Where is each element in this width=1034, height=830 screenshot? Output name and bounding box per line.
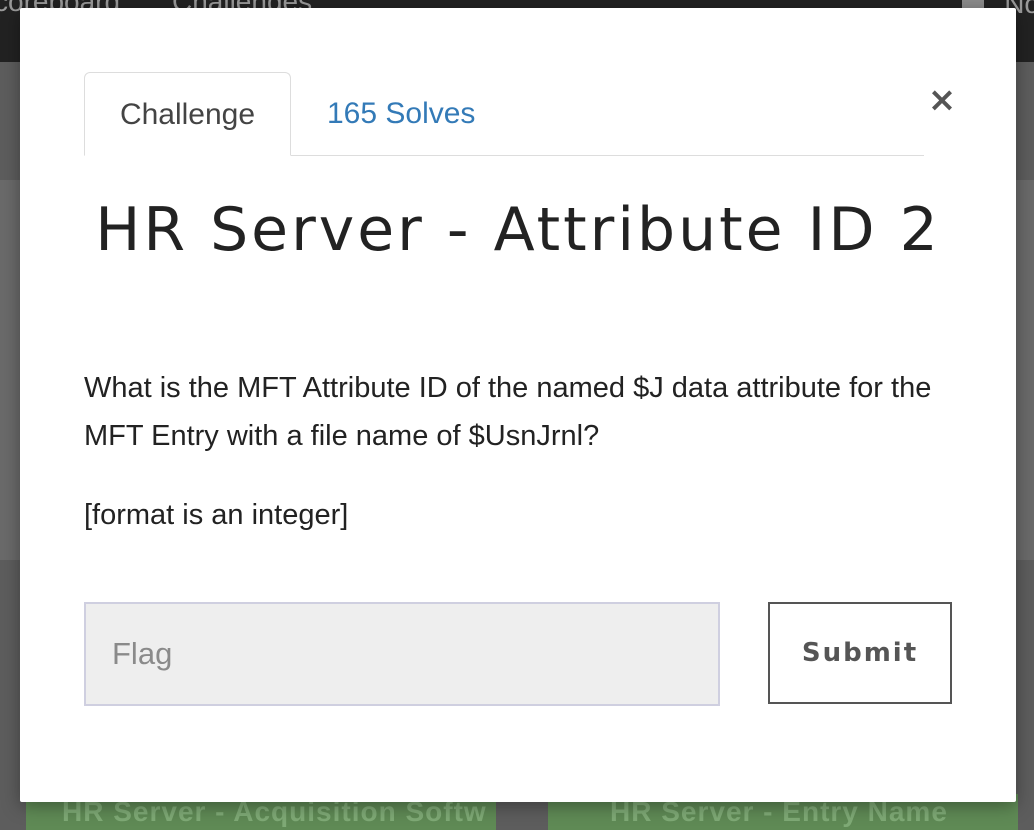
tab-solves[interactable]: 165 Solves bbox=[327, 72, 475, 155]
challenge-description: What is the MFT Attribute ID of the name… bbox=[84, 372, 932, 452]
modal-tabs: Challenge 165 Solves bbox=[84, 72, 924, 156]
challenge-format-note: [format is an integer] bbox=[84, 499, 349, 531]
tab-challenge[interactable]: Challenge bbox=[84, 72, 291, 156]
challenge-modal: × Challenge 165 Solves HR Server - Attri… bbox=[20, 8, 1016, 802]
challenge-title: HR Server - Attribute ID 2 bbox=[95, 195, 941, 265]
submit-button[interactable]: Submit bbox=[768, 602, 952, 704]
flag-input[interactable] bbox=[84, 602, 720, 706]
close-icon[interactable]: × bbox=[924, 80, 960, 120]
